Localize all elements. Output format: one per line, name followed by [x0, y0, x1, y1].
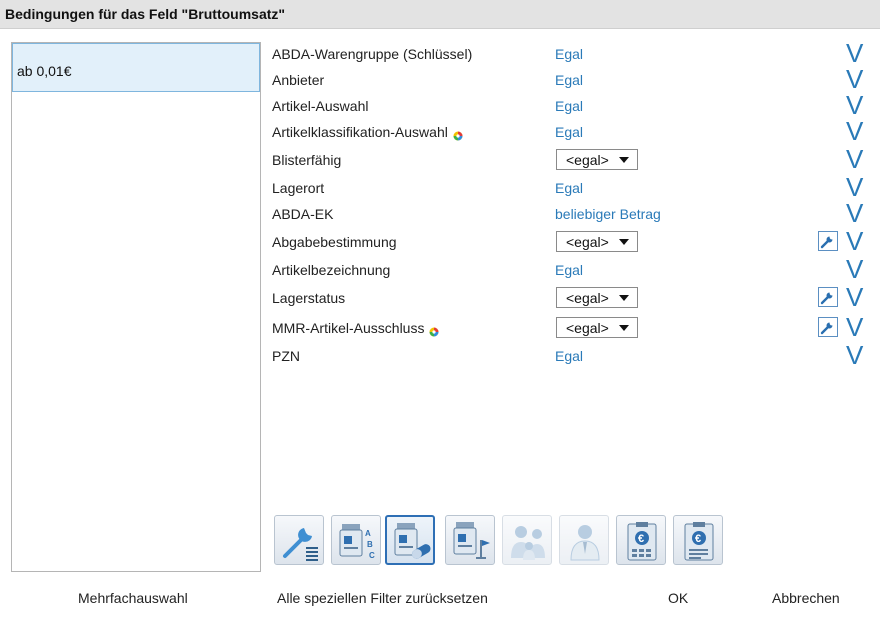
- cancel-button[interactable]: Abbrechen: [772, 590, 840, 606]
- condition-label: Abgabebestimmung: [272, 234, 397, 250]
- condition-row: Anbieter Egal V: [272, 66, 872, 94]
- condition-label: ABDA-EK: [272, 206, 334, 222]
- expand-chevron-icon[interactable]: V: [846, 174, 863, 200]
- condition-value-link[interactable]: Egal: [555, 46, 583, 62]
- condition-row: Artikelklassifikation-Auswahl Egal V: [272, 118, 872, 146]
- condition-label: Anbieter: [272, 72, 325, 88]
- reset-filters-button[interactable]: Alle speziellen Filter zurücksetzen: [277, 590, 488, 606]
- condition-row: Lagerstatus <egal> V: [272, 284, 872, 312]
- condition-value-link[interactable]: Egal: [555, 180, 583, 196]
- wrench-icon[interactable]: [818, 317, 838, 337]
- expand-chevron-icon[interactable]: V: [846, 92, 863, 118]
- caret-down-icon: [619, 295, 629, 301]
- svg-text:€: €: [638, 533, 644, 545]
- condition-value-link[interactable]: Egal: [555, 262, 583, 278]
- dropdown-value: <egal>: [566, 290, 609, 306]
- condition-value-link[interactable]: Egal: [555, 348, 583, 364]
- svg-text:C: C: [369, 551, 375, 560]
- color-wheel-icon: [429, 324, 439, 337]
- expand-chevron-icon[interactable]: V: [846, 228, 863, 254]
- expand-chevron-icon[interactable]: V: [846, 118, 863, 144]
- wrench-list-button[interactable]: [274, 515, 324, 565]
- wrench-icon[interactable]: [818, 287, 838, 307]
- wrench-icon[interactable]: [818, 231, 838, 251]
- condition-dropdown[interactable]: <egal>: [556, 231, 638, 252]
- condition-row: Lagerort Egal V: [272, 174, 872, 202]
- expand-chevron-icon[interactable]: V: [846, 256, 863, 282]
- condition-row: Abgabebestimmung <egal> V: [272, 228, 872, 256]
- condition-dropdown[interactable]: <egal>: [556, 287, 638, 308]
- condition-label: Blisterfähig: [272, 152, 342, 168]
- article-flag-button[interactable]: [445, 515, 495, 565]
- condition-value-link[interactable]: Egal: [555, 98, 583, 114]
- condition-dropdown[interactable]: <egal>: [556, 149, 638, 170]
- article-pill-button[interactable]: [385, 515, 435, 565]
- euro-clipboard-2-button[interactable]: €: [673, 515, 723, 565]
- color-wheel-icon: [453, 128, 463, 141]
- condition-row: PZN Egal V: [272, 342, 872, 370]
- condition-row: ABDA-Warengruppe (Schlüssel) Egal V: [272, 40, 872, 68]
- dropdown-value: <egal>: [566, 320, 609, 336]
- list-item-label: ab 0,01€: [17, 63, 72, 79]
- condition-label: Artikelklassifikation-Auswahl: [272, 124, 463, 141]
- condition-row: Artikelbezeichnung Egal V: [272, 256, 872, 284]
- dropdown-value: <egal>: [566, 234, 609, 250]
- expand-chevron-icon[interactable]: V: [846, 314, 863, 340]
- list-item[interactable]: ab 0,01€: [12, 43, 260, 92]
- multi-select-button[interactable]: Mehrfachauswahl: [78, 590, 188, 606]
- expand-chevron-icon[interactable]: V: [846, 40, 863, 66]
- svg-text:€: €: [695, 533, 701, 545]
- condition-label: PZN: [272, 348, 300, 364]
- value-range-list[interactable]: ab 0,01€: [11, 42, 261, 572]
- expand-chevron-icon[interactable]: V: [846, 342, 863, 368]
- article-abc-button[interactable]: ABC: [331, 515, 381, 565]
- condition-value-link[interactable]: Egal: [555, 124, 583, 140]
- condition-label: Artikelbezeichnung: [272, 262, 391, 278]
- condition-label: ABDA-Warengruppe (Schlüssel): [272, 46, 473, 62]
- caret-down-icon: [619, 325, 629, 331]
- dropdown-value: <egal>: [566, 152, 609, 168]
- condition-label: Lagerort: [272, 180, 325, 196]
- expand-chevron-icon[interactable]: V: [846, 284, 863, 310]
- dialog-titlebar: Bedingungen für das Feld "Bruttoumsatz": [0, 0, 880, 29]
- caret-down-icon: [619, 157, 629, 163]
- expand-chevron-icon[interactable]: V: [846, 146, 863, 172]
- expand-chevron-icon[interactable]: V: [846, 200, 863, 226]
- dialog-title: Bedingungen für das Feld "Bruttoumsatz": [5, 6, 286, 22]
- svg-text:A: A: [365, 529, 371, 538]
- condition-row: ABDA-EK beliebiger Betrag V: [272, 200, 872, 228]
- pharmacist-button[interactable]: [559, 515, 609, 565]
- family-button[interactable]: [502, 515, 552, 565]
- caret-down-icon: [619, 239, 629, 245]
- condition-label: MMR-Artikel-Ausschluss: [272, 320, 439, 337]
- ok-button[interactable]: OK: [668, 590, 688, 606]
- condition-value-link[interactable]: Egal: [555, 72, 583, 88]
- condition-row: Artikel-Auswahl Egal V: [272, 92, 872, 120]
- condition-row: MMR-Artikel-Ausschluss <egal> V: [272, 314, 872, 342]
- condition-row: Blisterfähig <egal> V: [272, 146, 872, 174]
- condition-value-link[interactable]: beliebiger Betrag: [555, 206, 661, 222]
- condition-dropdown[interactable]: <egal>: [556, 317, 638, 338]
- svg-text:B: B: [367, 540, 373, 549]
- euro-clipboard-button[interactable]: €: [616, 515, 666, 565]
- expand-chevron-icon[interactable]: V: [846, 66, 863, 92]
- condition-label: Artikel-Auswahl: [272, 98, 369, 114]
- condition-label: Lagerstatus: [272, 290, 346, 306]
